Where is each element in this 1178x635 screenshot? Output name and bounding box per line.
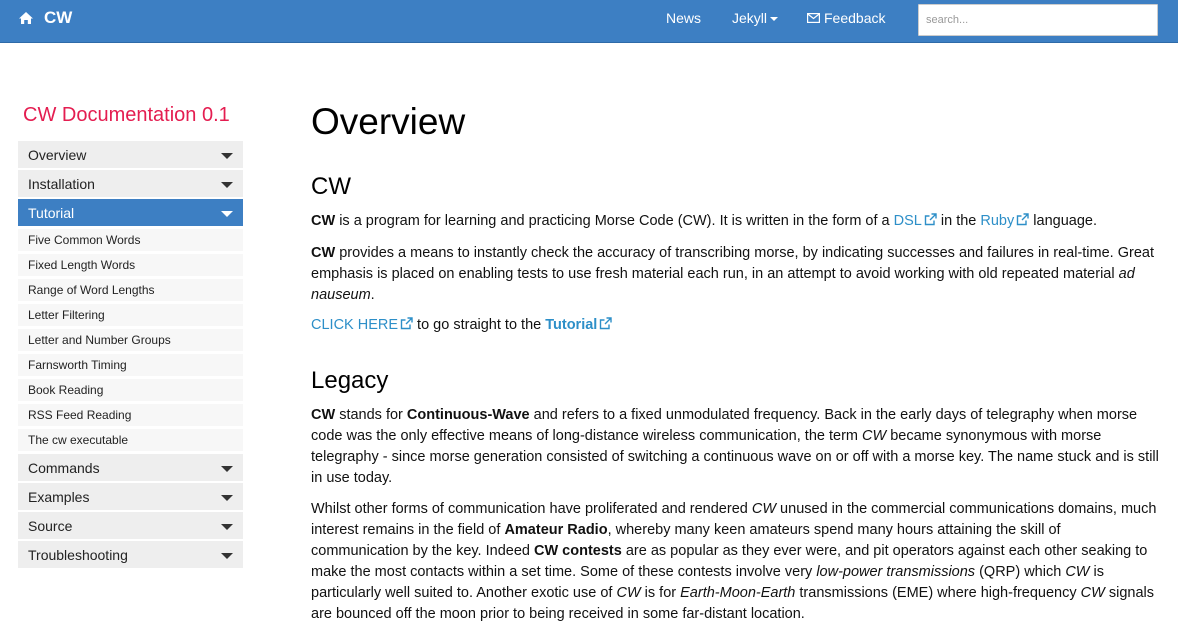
sidebar-item-installation[interactable]: Installation <box>18 170 243 197</box>
brand-link[interactable]: CW <box>18 0 72 35</box>
sidebar-item-tutorial[interactable]: Tutorial <box>18 199 243 226</box>
caret-down-icon <box>221 466 233 472</box>
sidebar-subitem-book-reading[interactable]: Book Reading <box>18 379 243 401</box>
sidebar-subitem-rss-feed-reading[interactable]: RSS Feed Reading <box>18 404 243 426</box>
paragraph-cw-intro: CW is a program for learning and practic… <box>311 211 1161 232</box>
link-label: CLICK HERE <box>311 317 399 333</box>
sidebar-item-source[interactable]: Source <box>18 512 243 539</box>
sidebar-subitem-label: Letter Filtering <box>28 308 105 322</box>
text: language. <box>1029 213 1097 229</box>
sidebar-subitem-label: The cw executable <box>28 433 129 447</box>
sidebar-subitem-letter-filtering[interactable]: Letter Filtering <box>18 304 243 326</box>
sidebar-subitem-label: Fixed Length Words <box>28 258 136 272</box>
bold-text: CW <box>311 245 336 261</box>
section-heading-cw: CW <box>311 173 351 200</box>
chevron-down-icon <box>770 16 779 21</box>
sidebar-item-examples[interactable]: Examples <box>18 483 243 510</box>
sidebar-item-label: Source <box>28 517 73 534</box>
sidebar-subitem-label: Letter and Number Groups <box>28 333 171 347</box>
nav-feedback-link[interactable]: Feedback <box>807 0 885 35</box>
italic-text: CW <box>616 585 641 601</box>
click-here-link[interactable]: CLICK HERE <box>311 317 413 333</box>
sidebar-item-label: Tutorial <box>28 204 75 221</box>
sidebar-subitem-fixed-length-words[interactable]: Fixed Length Words <box>18 254 243 276</box>
home-icon <box>19 11 33 24</box>
caret-down-icon <box>221 495 233 501</box>
paragraph-click-here: CLICK HERE to go straight to the Tutoria… <box>311 315 1161 336</box>
text: is for <box>640 585 681 601</box>
bold-text: CW contests <box>534 543 622 559</box>
text: in the <box>936 213 981 229</box>
sidebar-subitem-label: Five Common Words <box>28 233 141 247</box>
nav-feedback-label: Feedback <box>824 9 886 26</box>
sidebar-subitem-five-common-words[interactable]: Five Common Words <box>18 229 243 251</box>
text: stands for <box>335 407 407 423</box>
italic-text: Earth-Moon-Earth <box>680 585 796 601</box>
sidebar-item-overview[interactable]: Overview <box>18 141 243 168</box>
ruby-link[interactable]: Ruby <box>980 213 1029 229</box>
sidebar-item-label: Installation <box>28 175 95 192</box>
bold-text: CW <box>311 407 336 423</box>
sidebar-subitem-farnsworth-timing[interactable]: Farnsworth Timing <box>18 354 243 376</box>
text: (QRP) which <box>975 564 1066 580</box>
link-label: Tutorial <box>545 317 598 333</box>
italic-text: low-power transmissions <box>816 564 976 580</box>
page-title: Overview <box>311 101 466 142</box>
top-navbar: CW News Jekyll Feedback <box>0 0 1178 43</box>
nav-jekyll-dropdown[interactable]: Jekyll <box>732 0 779 35</box>
text: is a program for learning and practicing… <box>335 213 894 229</box>
external-link-icon <box>1017 213 1029 226</box>
envelope-icon <box>807 12 820 23</box>
dsl-link[interactable]: DSL <box>894 213 937 229</box>
sidebar-item-label: Troubleshooting <box>28 546 128 563</box>
nav-jekyll-label: Jekyll <box>732 9 768 26</box>
sidebar-subitem-label: Farnsworth Timing <box>28 358 127 372</box>
text: Whilst other forms of communication have… <box>311 501 752 517</box>
sidebar-item-label: Commands <box>28 459 100 476</box>
italic-text: CW <box>1065 564 1090 580</box>
text: provides a means to instantly check the … <box>311 245 1154 282</box>
italic-text: CW <box>1080 585 1105 601</box>
sidebar-subitem-label: Range of Word Lengths <box>28 283 155 297</box>
link-label: DSL <box>893 213 922 229</box>
sidebar-subitem-label: Book Reading <box>28 383 104 397</box>
caret-down-icon <box>221 211 233 217</box>
text: transmissions (EME) where high-frequency <box>795 585 1081 601</box>
bold-text: Amateur Radio <box>504 522 608 538</box>
caret-down-icon <box>221 153 233 159</box>
external-link-icon <box>400 317 413 330</box>
bold-text: Continuous-Wave <box>406 407 530 423</box>
section-heading-legacy: Legacy <box>311 367 389 394</box>
sidebar-subitem-label: RSS Feed Reading <box>28 408 132 422</box>
paragraph-legacy-2: Whilst other forms of communication have… <box>311 499 1161 625</box>
brand-label: CW <box>44 7 73 27</box>
italic-text: CW <box>862 428 887 444</box>
external-link-icon <box>924 213 937 226</box>
italic-text: CW <box>751 501 777 517</box>
sidebar-item-troubleshooting[interactable]: Troubleshooting <box>18 541 243 568</box>
text: . <box>370 287 375 303</box>
sidebar-subitem-range-of-word-lengths[interactable]: Range of Word Lengths <box>18 279 243 301</box>
sidebar-subitem-cw-executable[interactable]: The cw executable <box>18 429 243 451</box>
bold-text: CW <box>311 213 336 229</box>
caret-down-icon <box>221 524 233 530</box>
external-link-icon <box>600 317 613 330</box>
caret-down-icon <box>221 553 233 559</box>
nav-news-link[interactable]: News <box>666 0 701 35</box>
text: to go straight to the <box>413 317 546 333</box>
sidebar-item-label: Examples <box>28 488 90 505</box>
paragraph-cw-means: CW provides a means to instantly check t… <box>311 243 1161 306</box>
paragraph-legacy-1: CW stands for Continuous-Wave and refers… <box>311 405 1161 489</box>
search-input[interactable] <box>918 4 1158 36</box>
sidebar-item-commands[interactable]: Commands <box>18 454 243 481</box>
sidebar-title: CW Documentation 0.1 <box>23 104 230 126</box>
tutorial-link[interactable]: Tutorial <box>545 317 613 333</box>
caret-down-icon <box>221 182 233 188</box>
sidebar-subitem-letter-number-groups[interactable]: Letter and Number Groups <box>18 329 243 351</box>
link-label: Ruby <box>980 213 1015 229</box>
sidebar-item-label: Overview <box>28 146 87 163</box>
